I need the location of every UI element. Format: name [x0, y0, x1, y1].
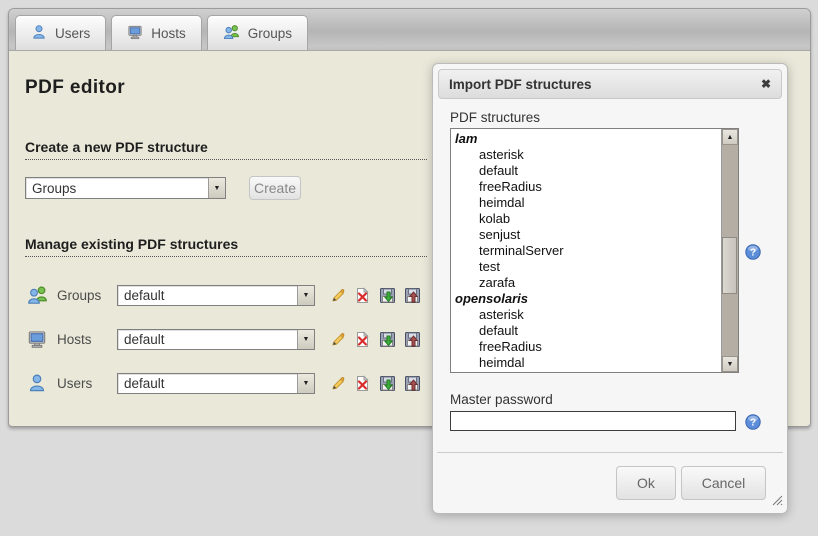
help-icon[interactable]: ?: [745, 414, 761, 433]
ok-button[interactable]: Ok: [616, 466, 676, 500]
pdf-structure-item[interactable]: senjust: [455, 227, 738, 243]
import-icon[interactable]: [404, 375, 421, 392]
cancel-button[interactable]: Cancel: [681, 466, 766, 500]
close-icon[interactable]: ✖: [761, 78, 771, 90]
create-button[interactable]: Create: [249, 176, 301, 200]
pdf-structures-label: PDF structures: [450, 110, 540, 125]
pdf-structure-item[interactable]: asterisk: [455, 147, 738, 163]
tab-users[interactable]: Users: [15, 15, 106, 50]
pdf-structure-item[interactable]: freeRadius: [455, 179, 738, 195]
pdf-structure-item[interactable]: heimdal: [455, 195, 738, 211]
master-password-input[interactable]: [450, 411, 736, 431]
pdf-structure-item[interactable]: kolab: [455, 211, 738, 227]
hosts-structure-select[interactable]: default ▼: [117, 329, 315, 350]
pdf-structure-item[interactable]: test: [455, 259, 738, 275]
import-icon[interactable]: [404, 287, 421, 304]
tab-groups[interactable]: Groups: [207, 15, 308, 50]
new-structure-type-select[interactable]: Groups ▼: [25, 177, 226, 199]
row-actions: [329, 331, 421, 348]
scrollbar-thumb[interactable]: [722, 237, 737, 294]
pdf-structures-listbox[interactable]: lamasteriskdefaultfreeRadiusheimdalkolab…: [450, 128, 739, 373]
tab-label: Groups: [248, 26, 292, 41]
import-icon[interactable]: [404, 331, 421, 348]
row-label: Hosts: [57, 332, 117, 347]
dialog-titlebar[interactable]: Import PDF structures ✖: [438, 69, 782, 99]
dialog-buttonpane: Ok Cancel: [437, 452, 783, 513]
dropdown-arrow-icon: ▼: [297, 374, 314, 393]
edit-icon[interactable]: [329, 287, 346, 304]
pdf-structure-item[interactable]: opensolaris: [455, 291, 738, 307]
master-password-label: Master password: [450, 392, 553, 407]
groups-icon: [223, 24, 240, 43]
tab-label: Users: [55, 26, 90, 41]
pdf-structure-item[interactable]: default: [455, 323, 738, 339]
user-icon: [27, 373, 51, 393]
edit-icon[interactable]: [329, 375, 346, 392]
manage-section-heading: Manage existing PDF structures: [25, 236, 427, 257]
import-pdf-structures-dialog: Import PDF structures ✖ PDF structures l…: [432, 63, 788, 514]
edit-icon[interactable]: [329, 331, 346, 348]
svg-text:?: ?: [750, 248, 756, 259]
export-icon[interactable]: [379, 375, 396, 392]
resize-grip-icon[interactable]: [770, 493, 784, 510]
export-icon[interactable]: [379, 287, 396, 304]
select-value: default: [118, 288, 297, 303]
row-label: Groups: [57, 288, 117, 303]
scroll-up-button[interactable]: ▲: [722, 129, 738, 145]
dropdown-arrow-icon: ▼: [208, 178, 225, 198]
pdf-structure-item[interactable]: terminalServer: [455, 243, 738, 259]
pdf-structure-item[interactable]: freeRadius: [455, 339, 738, 355]
delete-icon[interactable]: [354, 287, 371, 304]
export-icon[interactable]: [379, 331, 396, 348]
groups-icon: [27, 285, 51, 305]
host-icon: [27, 329, 51, 349]
row-label: Users: [57, 376, 117, 391]
row-actions: [329, 287, 421, 304]
pdf-structure-item[interactable]: kolab: [455, 371, 738, 373]
svg-text:?: ?: [750, 418, 756, 429]
select-value: default: [118, 332, 297, 347]
tab-hosts[interactable]: Hosts: [111, 15, 202, 50]
dropdown-arrow-icon: ▼: [297, 330, 314, 349]
users-structure-select[interactable]: default ▼: [117, 373, 315, 394]
host-icon: [127, 24, 143, 43]
user-icon: [31, 24, 47, 43]
delete-icon[interactable]: [354, 375, 371, 392]
pdf-structure-item[interactable]: asterisk: [455, 307, 738, 323]
pdf-structure-item[interactable]: lam: [455, 131, 738, 147]
help-icon[interactable]: ?: [745, 244, 761, 263]
pdf-structure-item[interactable]: default: [455, 163, 738, 179]
pdf-structure-item[interactable]: zarafa: [455, 275, 738, 291]
scroll-down-button[interactable]: ▼: [722, 356, 738, 372]
pdf-structure-item[interactable]: heimdal: [455, 355, 738, 371]
tab-header: Users Hosts Groups: [9, 9, 810, 51]
groups-structure-select[interactable]: default ▼: [117, 285, 315, 306]
create-section-heading: Create a new PDF structure: [25, 139, 427, 160]
listbox-scrollbar[interactable]: ▲ ▼: [721, 129, 738, 372]
delete-icon[interactable]: [354, 331, 371, 348]
row-actions: [329, 375, 421, 392]
dropdown-arrow-icon: ▼: [297, 286, 314, 305]
dialog-title: Import PDF structures: [449, 77, 761, 92]
select-value: default: [118, 376, 297, 391]
tab-label: Hosts: [151, 26, 186, 41]
select-value: Groups: [26, 181, 208, 196]
pdf-structures-list: lamasteriskdefaultfreeRadiusheimdalkolab…: [451, 129, 738, 373]
tab-strip: Users Hosts Groups: [15, 15, 308, 50]
